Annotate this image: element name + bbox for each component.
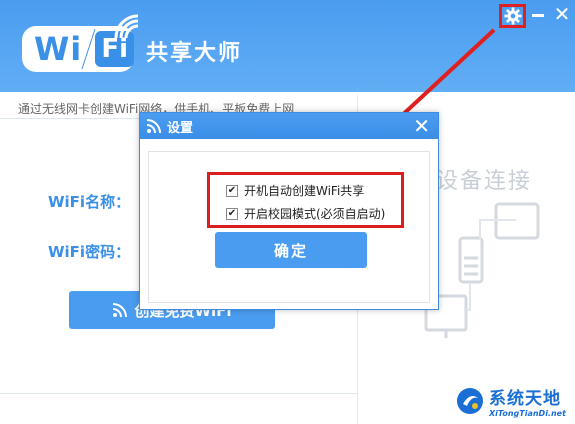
wifi-icon: [146, 119, 161, 134]
settings-dialog: 设置 ✕ ✔ 开机自动创建WiFi共享 ✔ 开启校园模式(必须自启动) 确定: [139, 112, 439, 310]
wifi-name-label: WiFi名称：: [48, 193, 131, 211]
logo-wi-text: Wi: [34, 30, 83, 68]
options-highlight: ✔ 开机自动创建WiFi共享 ✔ 开启校园模式(必须自启动): [207, 172, 404, 228]
site-watermark: 系统天地 XiTongTianDi.net: [455, 381, 573, 421]
option-autostart-label: 开机自动创建WiFi共享: [244, 184, 365, 198]
minimize-button[interactable]: [532, 14, 544, 17]
option-autostart[interactable]: ✔ 开机自动创建WiFi共享: [226, 182, 364, 199]
logo-icon: [457, 388, 483, 414]
gear-icon: [503, 7, 522, 25]
divider: [0, 393, 358, 394]
dialog-title-bar: 设置 ✕: [140, 113, 438, 139]
wifi-icon: [114, 14, 139, 39]
checkbox-checked-icon[interactable]: ✔: [226, 207, 238, 220]
app-header: Wi Fi 共享大师 ✕: [0, 0, 575, 92]
watermark-en: XiTongTianDi.net: [489, 409, 566, 418]
app-name: 共享大师: [146, 41, 243, 66]
phone-icon: [458, 236, 484, 284]
option-campus-mode-label: 开启校园模式(必须自启动): [244, 207, 386, 221]
device-connection-title: 设备连接: [436, 169, 533, 194]
close-icon: ✕: [553, 2, 571, 26]
dialog-close-button[interactable]: ✕: [413, 114, 430, 138]
devices-illustration: [424, 202, 540, 338]
watermark-cn: 系统天地: [489, 389, 561, 409]
settings-button[interactable]: [499, 4, 526, 28]
logo-divider: [81, 29, 96, 69]
wifi-icon: [113, 303, 128, 318]
close-button[interactable]: ✕: [553, 3, 571, 25]
option-campus-mode[interactable]: ✔ 开启校园模式(必须自启动): [226, 205, 385, 222]
wifi-password-label: WiFi密码：: [48, 243, 131, 261]
ok-button[interactable]: 确定: [215, 232, 367, 268]
dialog-body: ✔ 开机自动创建WiFi共享 ✔ 开启校园模式(必须自启动) 确定: [148, 151, 430, 303]
checkbox-checked-icon[interactable]: ✔: [226, 184, 238, 197]
dialog-title: 设置: [167, 120, 194, 136]
